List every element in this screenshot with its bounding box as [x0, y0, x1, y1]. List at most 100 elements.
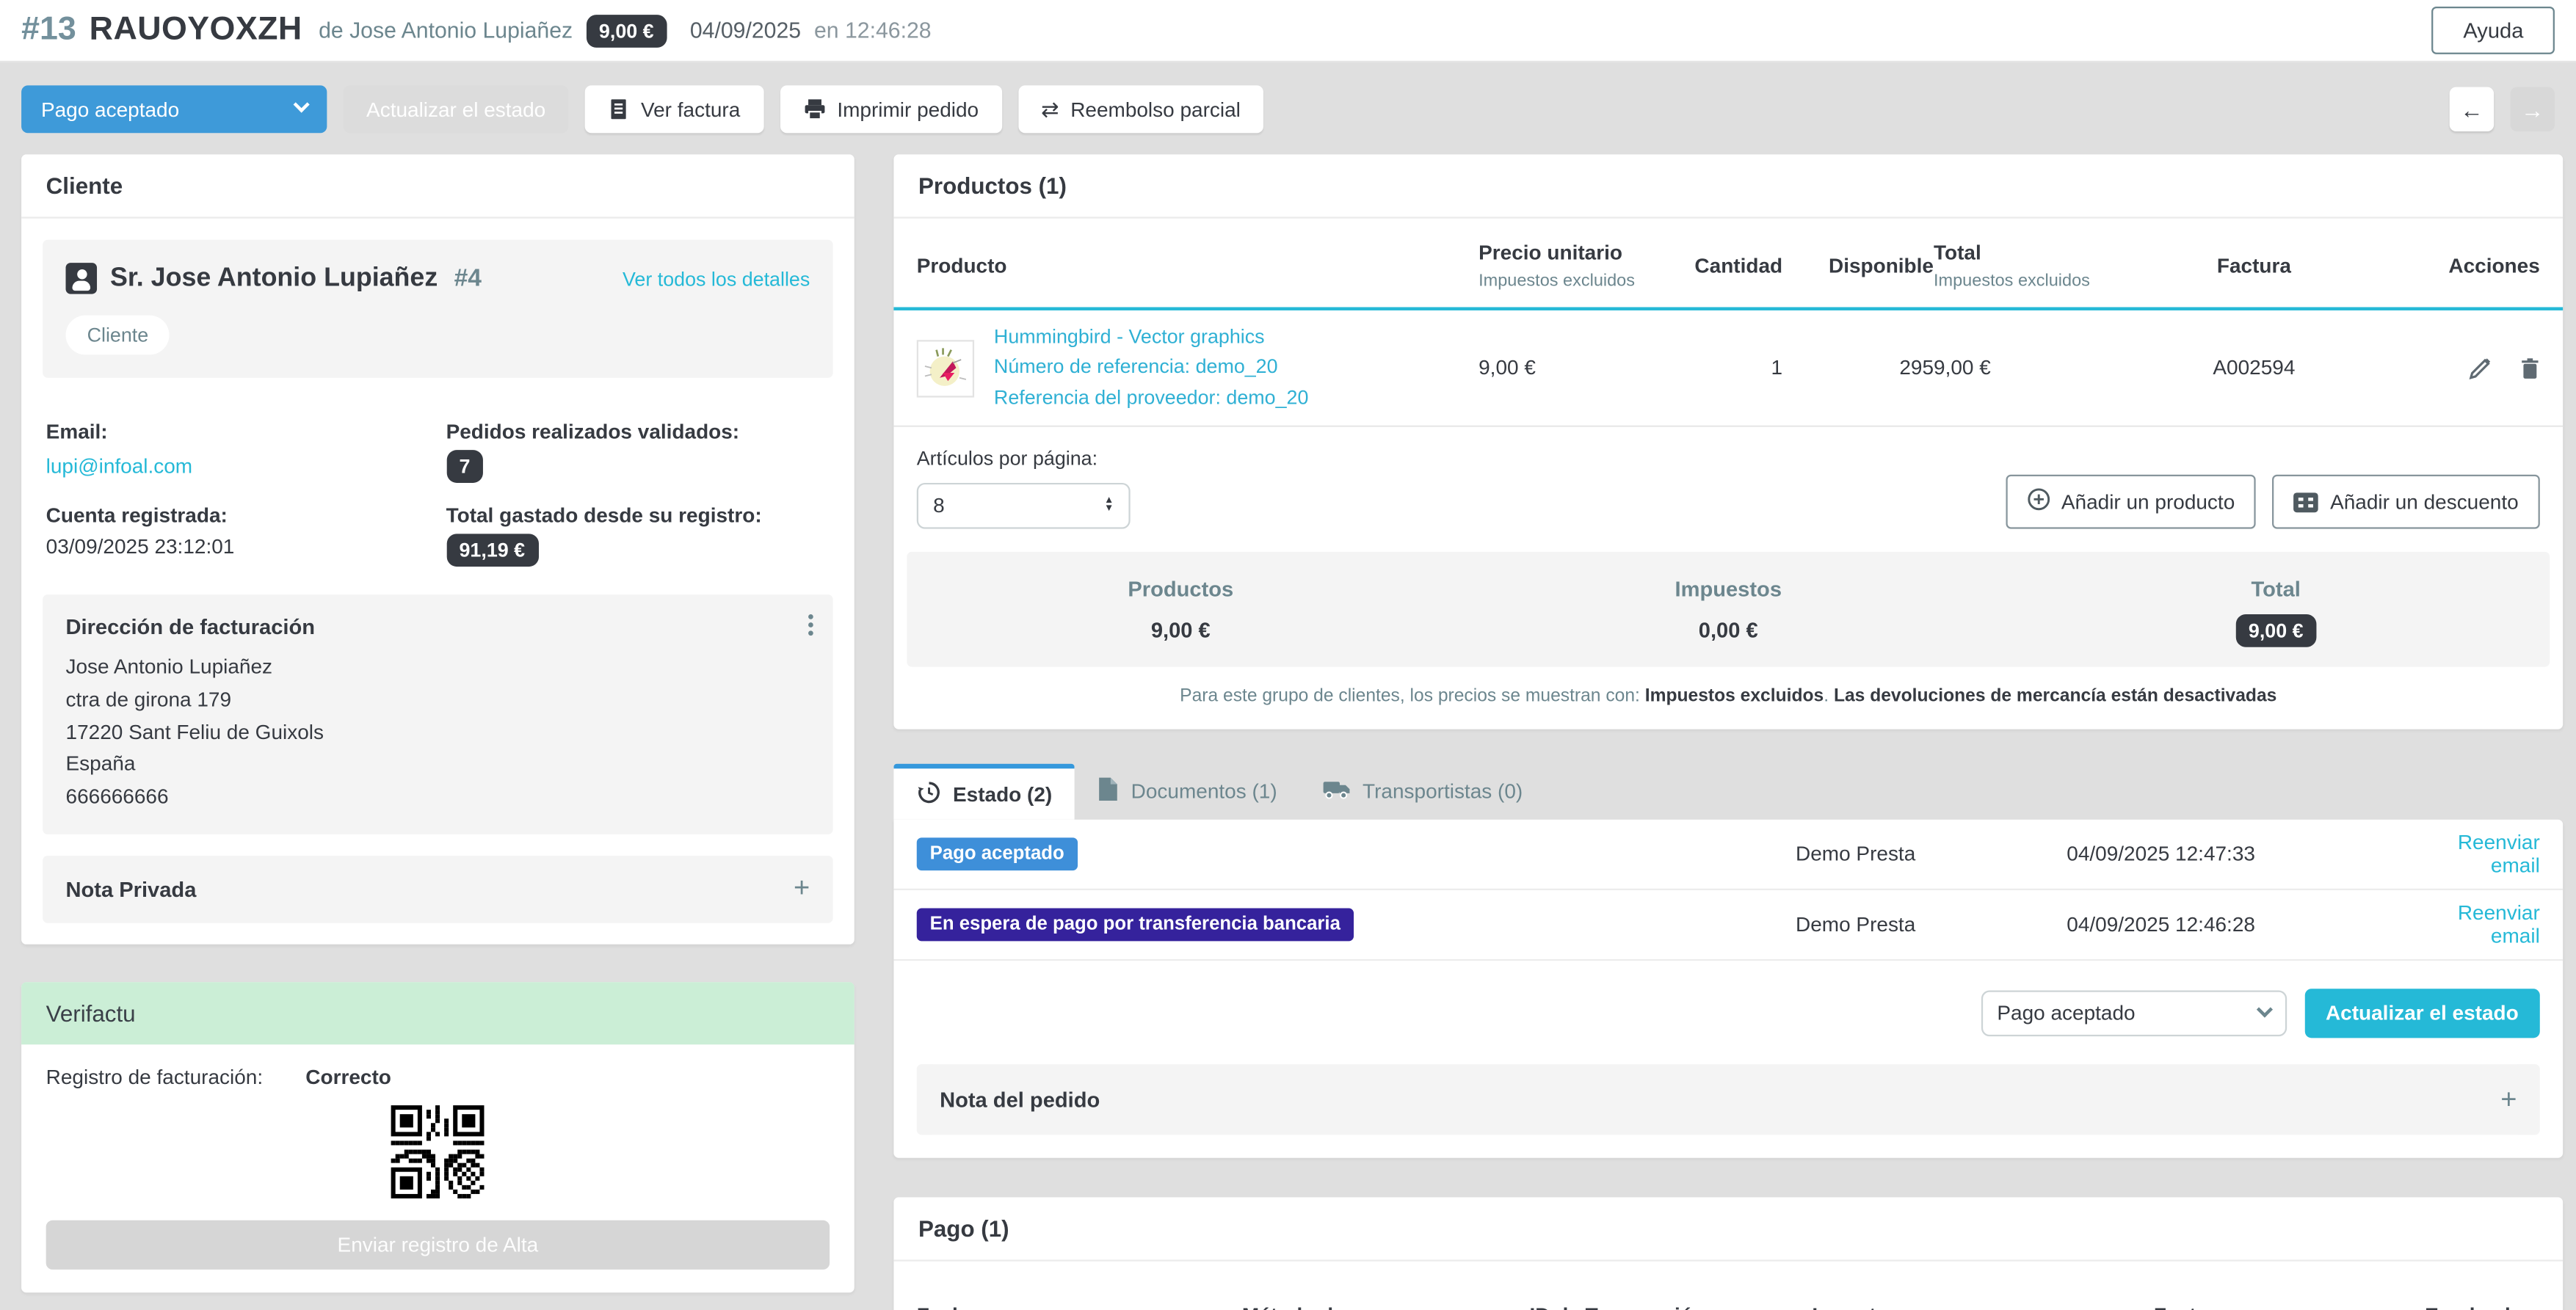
print-order-label: Imprimir pedido	[837, 98, 979, 120]
private-note-title: Nota Privada	[66, 876, 794, 901]
tab-documents[interactable]: Documentos (1)	[1075, 764, 1300, 820]
customer-id: #4	[454, 264, 482, 292]
chevron-down-icon	[2256, 1001, 2272, 1017]
product-available: 295	[1782, 343, 1934, 393]
summary-taxes-label: Impuestos	[1454, 577, 2002, 602]
price-display-footnote: Para este grupo de clientes, los precios…	[893, 667, 2563, 729]
delete-trash-icon[interactable]	[2520, 357, 2540, 379]
product-supplier-reference-link[interactable]: Referencia del proveedor: demo_20	[994, 384, 1308, 412]
status-update-select[interactable]: Pago aceptado	[1981, 991, 2286, 1037]
items-per-page-value: 8	[933, 495, 1104, 517]
page-title: #13 RAUOYOXZH de Jose Antonio Lupiañez 9…	[21, 12, 2432, 49]
status-date: 04/09/2025 12:46:28	[2067, 914, 2421, 936]
billing-address-panel: Dirección de facturación Jose Antonio Lu…	[43, 594, 832, 834]
product-quantity: 1	[1676, 343, 1782, 393]
view-invoice-label: Ver factura	[641, 98, 740, 120]
customer-card-title: Cliente	[21, 154, 855, 218]
discount-grid-icon	[2294, 492, 2319, 512]
summary-products-label: Productos	[907, 577, 1454, 602]
col-employee: Empleado	[2425, 1295, 2540, 1310]
address-line: 666666666	[66, 782, 810, 814]
address-line: España	[66, 749, 810, 782]
tab-carriers[interactable]: Transportistas (0)	[1300, 764, 1546, 820]
prev-order-button[interactable]: ←	[2450, 87, 2494, 131]
col-available: Disponible	[1782, 232, 1934, 294]
update-status-button[interactable]: Actualizar el estado	[344, 85, 569, 133]
col-invoice: Factura	[2154, 1295, 2425, 1310]
tab-status[interactable]: Estado (2)	[893, 764, 1075, 820]
customer-summary-panel: Sr. Jose Antonio Lupiañez #4 Ver todos l…	[43, 240, 832, 378]
partial-refund-button[interactable]: ⇄ Reembolso parcial	[1018, 85, 1263, 133]
product-thumbnail	[917, 339, 974, 396]
select-stepper-icon: ▲▼	[1104, 498, 1114, 514]
resend-email-link[interactable]: Reenviar email	[2422, 902, 2540, 948]
add-product-button[interactable]: Añadir un producto	[2006, 475, 2257, 529]
order-number: #13	[21, 12, 76, 49]
product-reference-link[interactable]: Número de referencia: demo_20	[994, 354, 1308, 382]
address-line: 17220 Sant Feliu de Guixols	[66, 717, 810, 749]
help-button[interactable]: Ayuda	[2432, 7, 2555, 54]
col-quantity: Cantidad	[1676, 232, 1782, 294]
document-icon	[1098, 777, 1120, 807]
order-tabs: Estado (2) Documentos (1) Transportistas…	[893, 764, 2563, 820]
product-name-link[interactable]: Hummingbird - Vector graphics	[994, 324, 1308, 352]
status-author: Demo Presta	[1796, 843, 2067, 865]
payments-table-header: Fecha Método de pago ID de Transacción I…	[893, 1295, 2563, 1310]
invoice-icon	[608, 98, 629, 120]
tab-documents-label: Documentos (1)	[1131, 780, 1277, 803]
view-all-details-link[interactable]: Ver todos los detalles	[623, 267, 810, 290]
status-badge: En espera de pago por transferencia banc…	[917, 909, 1354, 942]
next-order-button[interactable]: →	[2511, 87, 2555, 131]
items-per-page-label: Artículos por página:	[917, 447, 1131, 470]
billing-record-label: Registro de facturación:	[46, 1066, 263, 1088]
summary-taxes-value: 0,00 €	[1454, 618, 2002, 643]
total-spent-badge: 91,19 €	[446, 534, 538, 567]
items-per-page-select[interactable]: 8 ▲▼	[917, 483, 1131, 529]
col-total-subnote: Impuestos excluidos	[1934, 271, 2131, 291]
add-note-plus-icon[interactable]: +	[794, 879, 810, 899]
product-invoice: A002594	[2131, 343, 2378, 393]
status-select-toolbar[interactable]: Pago aceptado	[21, 85, 327, 133]
update-status-button[interactable]: Actualizar el estado	[2304, 989, 2540, 1038]
arrow-right-icon: →	[2521, 96, 2544, 123]
registered-value: 03/09/2025 23:12:01	[46, 536, 430, 558]
order-note-panel: Nota del pedido +	[917, 1065, 2540, 1135]
product-row: Hummingbird - Vector graphics Número de …	[893, 310, 2563, 427]
status-row: En espera de pago por transferencia banc…	[893, 890, 2563, 961]
add-product-label: Añadir un producto	[2061, 490, 2235, 513]
order-reference: RAUOYOXZH	[90, 12, 302, 49]
payments-card-title: Pago (1)	[893, 1198, 2563, 1262]
products-table-header: Producto Precio unitarioImpuestos exclui…	[893, 219, 2563, 310]
col-transaction-id: ID de Transacción	[1529, 1295, 1812, 1310]
arrow-left-icon: ←	[2460, 96, 2483, 123]
customer-card: Cliente Sr. Jose Antonio Lupiañez #4 Ver…	[21, 154, 855, 944]
history-icon	[917, 779, 942, 809]
order-toolbar: Pago aceptado Actualizar el estado Ver f…	[0, 62, 2576, 133]
order-customer: de Jose Antonio Lupiañez	[319, 18, 573, 43]
col-invoice: Factura	[2131, 232, 2378, 294]
col-unit-price-subnote: Impuestos excluidos	[1479, 271, 1676, 291]
send-registration-button[interactable]: Enviar registro de Alta	[46, 1221, 830, 1270]
status-tab-panel: Pago aceptado Demo Presta 04/09/2025 12:…	[893, 820, 2563, 1158]
product-total: 9,00 €	[1934, 343, 2131, 393]
email-link[interactable]: lupi@infoal.com	[46, 455, 192, 478]
tab-carriers-label: Transportistas (0)	[1363, 780, 1523, 803]
col-date: Fecha	[917, 1295, 1242, 1310]
status-date: 04/09/2025 12:47:33	[2067, 843, 2421, 865]
view-invoice-button[interactable]: Ver factura	[585, 85, 763, 133]
add-order-note-plus-icon[interactable]: +	[2500, 1090, 2517, 1110]
print-order-button[interactable]: Imprimir pedido	[780, 85, 1001, 133]
partial-refund-label: Reembolso parcial	[1070, 98, 1241, 120]
add-discount-button[interactable]: Añadir un descuento	[2273, 475, 2540, 529]
status-badge: Pago aceptado	[917, 838, 1078, 871]
registered-label: Cuenta registrada:	[46, 504, 430, 527]
private-note-panel: Nota Privada +	[43, 855, 832, 923]
total-spent-label: Total gastado desde su registro:	[446, 504, 830, 527]
resend-email-link[interactable]: Reenviar email	[2422, 832, 2540, 878]
address-menu-kebab-icon[interactable]	[808, 614, 813, 636]
summary-total-badge: 9,00 €	[2235, 614, 2316, 647]
customer-group-badge: Cliente	[66, 316, 170, 355]
summary-total-label: Total	[2002, 577, 2550, 602]
edit-pencil-icon[interactable]	[2470, 357, 2491, 379]
billing-record-value: Correcto	[305, 1066, 391, 1088]
